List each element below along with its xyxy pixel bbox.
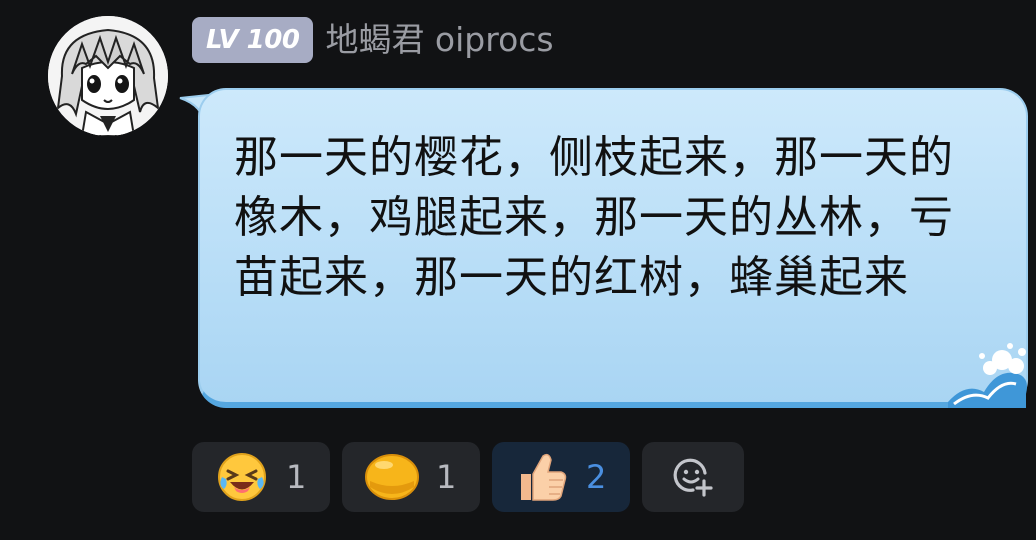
- avatar[interactable]: [48, 16, 168, 136]
- reaction-bar: 1 1 2: [192, 442, 744, 512]
- message-text: 那一天的樱花，侧枝起来，那一天的橡木，鸡腿起来，那一天的丛林，亏苗起来，那一天的…: [234, 132, 954, 303]
- reaction-bald-head[interactable]: 1: [342, 442, 480, 512]
- message-bubble[interactable]: 那一天的樱花，侧枝起来，那一天的橡木，鸡腿起来，那一天的丛林，亏苗起来，那一天的…: [198, 88, 1028, 408]
- wave-decoration-icon: [948, 343, 1027, 408]
- reaction-laugh-cry[interactable]: 1: [192, 442, 330, 512]
- reaction-count: 2: [586, 458, 607, 496]
- thumbs-up-icon: [514, 449, 570, 505]
- message-header: LV 100 地蝎君 oiprocs: [192, 16, 554, 64]
- username[interactable]: 地蝎君 oiprocs: [325, 16, 553, 64]
- anime-avatar-icon: [48, 16, 168, 136]
- level-badge: LV 100: [192, 17, 314, 63]
- reaction-count: 1: [436, 458, 457, 496]
- reaction-count: 1: [286, 458, 307, 496]
- laugh-cry-icon: [214, 449, 270, 505]
- add-reaction-icon: [673, 458, 713, 497]
- chat-message: LV 100 地蝎君 oiprocs 那一天的樱花，侧枝起来，那一天的橡木，鸡腿…: [0, 0, 1036, 540]
- reaction-thumbs-up[interactable]: 2: [492, 442, 630, 512]
- bald-head-icon: [364, 449, 420, 505]
- add-reaction-button[interactable]: [642, 442, 744, 512]
